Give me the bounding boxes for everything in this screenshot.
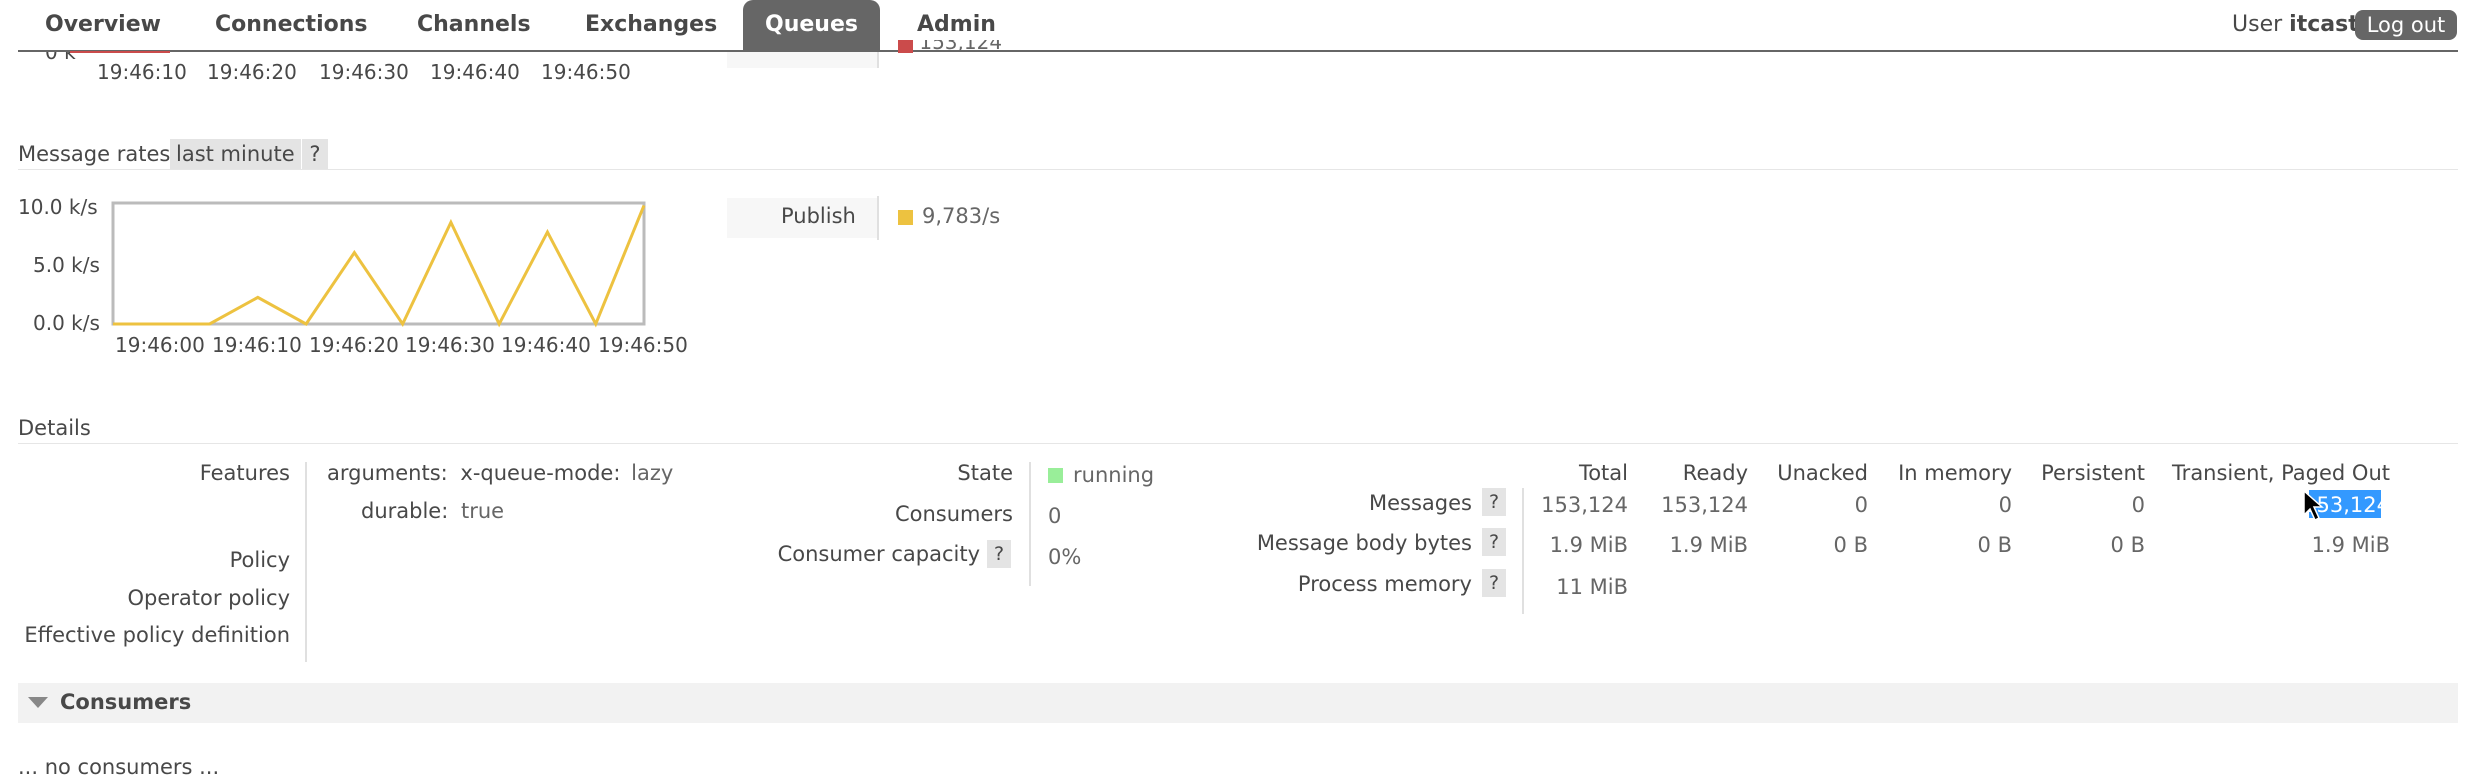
- messages-total: 153,124: [1541, 493, 1628, 517]
- process-memory-label: Process memory: [1297, 572, 1472, 596]
- top-legend-fragment: 153,124: [898, 40, 1002, 56]
- stats-header-transient: Transient, Paged Out: [2171, 461, 2390, 485]
- x-tick-label: 19:46:50: [598, 333, 688, 357]
- legend-swatch-icon: [898, 40, 913, 53]
- top-legend-divider: [877, 52, 879, 68]
- tab-overview[interactable]: Overview: [45, 0, 165, 50]
- x-tick-label: 19:46:20: [309, 333, 399, 357]
- consumers-section-header[interactable]: Consumers: [18, 683, 2458, 723]
- durable-key: durable:: [361, 499, 449, 523]
- consumers-label: Consumers: [894, 502, 1013, 526]
- message-rates-chart: [111, 201, 646, 328]
- top-chart-x-tick: 19:46:50: [541, 60, 631, 84]
- user-name: itcast: [2289, 12, 2359, 37]
- x-tick-label: 19:46:00: [115, 333, 205, 357]
- legend-value-publish: 9,783/s: [922, 204, 1001, 228]
- x-tick-label: 19:46:30: [405, 333, 495, 357]
- legend-swatch-icon: [898, 210, 913, 225]
- message-body-bytes-label: Message body bytes: [1256, 531, 1472, 555]
- user-label: User itcast: [2232, 0, 2359, 50]
- legend-label-publish: Publish: [781, 204, 856, 228]
- tab-queues[interactable]: Queues: [743, 0, 880, 50]
- stats-header-ready: Ready: [1682, 461, 1748, 485]
- state-value: running: [1073, 463, 1155, 487]
- policy-label: Policy: [229, 548, 290, 572]
- durable-row: durable: true: [361, 499, 504, 523]
- state-label: State: [957, 461, 1013, 485]
- consumer-capacity-label: Consumer capacity: [777, 542, 980, 566]
- y-tick-label: 0.0 k/s: [33, 311, 100, 335]
- tab-channels[interactable]: Channels: [417, 0, 537, 50]
- consumers-title: Consumers: [60, 690, 192, 714]
- top-chart-x-tick: 19:46:10: [97, 60, 187, 84]
- details-title: Details: [18, 416, 91, 440]
- tab-exchanges[interactable]: Exchanges: [585, 0, 745, 50]
- x-tick-label: 19:46:40: [501, 333, 591, 357]
- process-memory-value: 11 MiB: [1556, 575, 1628, 599]
- arguments-value: lazy: [631, 461, 674, 485]
- messages-ready: 153,124: [1661, 493, 1748, 517]
- operator-policy-label: Operator policy: [127, 586, 291, 610]
- y-tick-label: 5.0 k/s: [33, 253, 100, 277]
- message-rates-title: Message rates: [18, 142, 171, 166]
- details-divider: [305, 462, 307, 662]
- consumer-capacity-help-button[interactable]: ?: [987, 540, 1011, 568]
- chevron-down-icon: [28, 697, 48, 708]
- consumer-capacity-value: 0%: [1048, 545, 1082, 569]
- arguments-key: arguments:: [327, 461, 448, 485]
- section-divider: [18, 443, 2458, 444]
- nav-divider: [18, 50, 2458, 52]
- user-prefix: User: [2232, 12, 2283, 37]
- body-bytes-ready: 1.9 MiB: [1669, 533, 1748, 557]
- top-legend-value: 153,124: [919, 40, 1003, 54]
- x-tick-label: 19:46:10: [212, 333, 302, 357]
- top-chart-line-fragment: [70, 51, 170, 53]
- durable-value: true: [461, 499, 505, 523]
- effective-policy-label: Effective policy definition: [24, 623, 290, 647]
- details-divider: [1029, 462, 1031, 586]
- y-tick-label: 10.0 k/s: [18, 195, 98, 219]
- consumers-value: 0: [1048, 504, 1062, 528]
- features-label: Features: [199, 461, 290, 485]
- arguments-name: x-queue-mode:: [460, 461, 621, 485]
- state-running-indicator-icon: [1048, 468, 1063, 483]
- section-divider: [18, 169, 2458, 170]
- arguments-row: arguments: x-queue-mode: lazy: [327, 461, 673, 485]
- top-navigation: Overview Connections Channels Exchanges …: [0, 0, 2477, 52]
- legend-divider: [877, 196, 879, 240]
- mouse-cursor-icon: [2303, 489, 2324, 522]
- body-bytes-transient-paged-out: 1.9 MiB: [2311, 533, 2390, 557]
- top-chart-x-tick: 19:46:20: [207, 60, 297, 84]
- body-bytes-total: 1.9 MiB: [1549, 533, 1628, 557]
- range-selector[interactable]: last minute: [170, 139, 301, 169]
- top-chart-x-tick: 19:46:40: [430, 60, 520, 84]
- logout-button[interactable]: Log out: [2355, 10, 2457, 40]
- top-legend-cell: [727, 52, 877, 68]
- tab-connections[interactable]: Connections: [215, 0, 375, 50]
- no-consumers-text: ... no consumers ...: [18, 755, 220, 779]
- messages-label: Messages: [1369, 491, 1472, 515]
- stats-header-total: Total: [1578, 461, 1628, 485]
- top-chart-x-tick: 19:46:30: [319, 60, 409, 84]
- messages-transient-paged-out: 153,124: [2303, 493, 2390, 517]
- message-rates-help-button[interactable]: ?: [302, 139, 328, 169]
